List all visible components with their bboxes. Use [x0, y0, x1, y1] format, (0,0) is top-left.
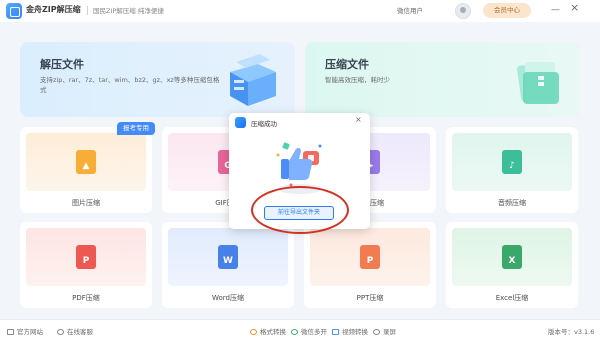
dialog-title: 压缩成功 — [251, 120, 277, 128]
dialog-app-icon — [235, 117, 246, 128]
highlight-circle — [251, 186, 349, 234]
close-icon[interactable]: × — [355, 115, 362, 124]
